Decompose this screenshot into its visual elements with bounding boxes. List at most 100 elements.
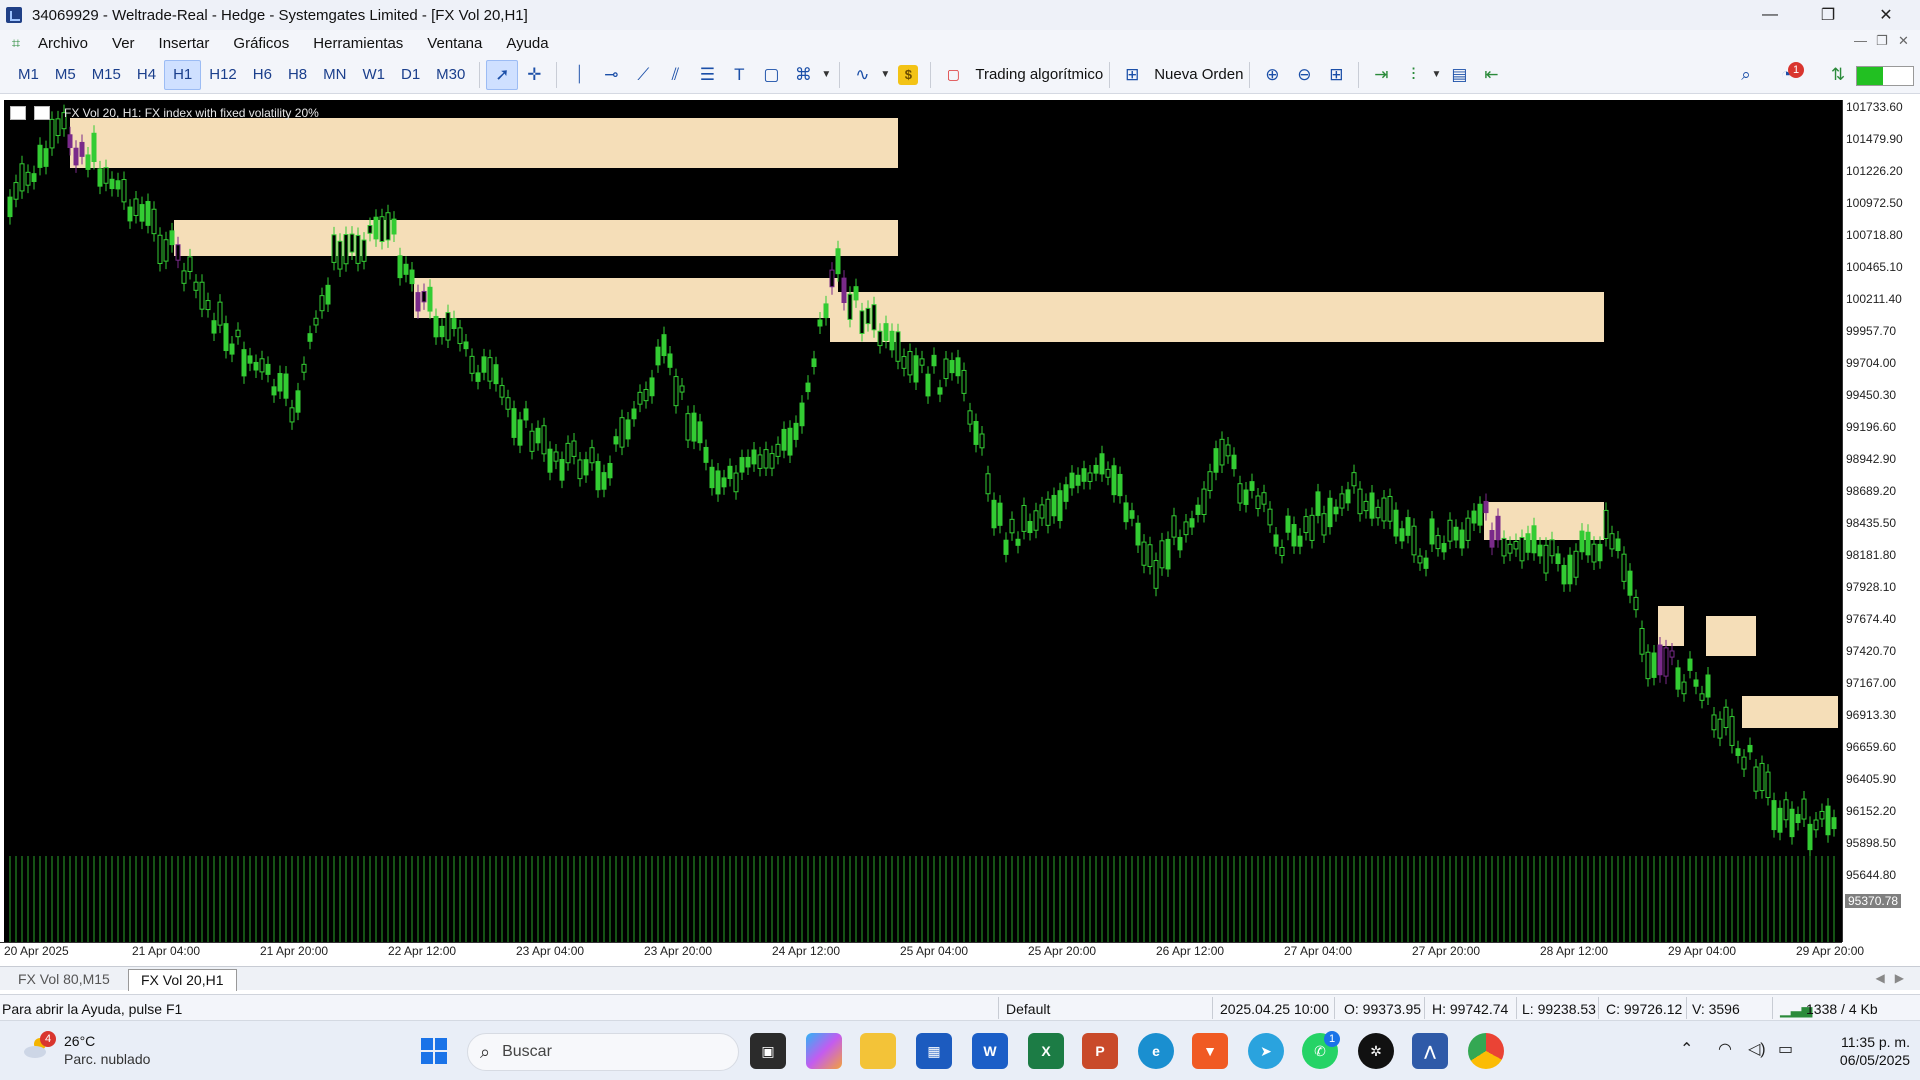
time-label: 28 Apr 12:00: [1540, 944, 1609, 958]
tile-icon[interactable]: ⊞: [1320, 60, 1352, 90]
copilot-icon[interactable]: [806, 1033, 842, 1069]
candle-body: [1105, 468, 1111, 478]
menu-ver[interactable]: Ver: [100, 35, 147, 52]
trendline-icon[interactable]: ⟋: [627, 60, 659, 90]
search-icon[interactable]: ⌕: [1730, 60, 1762, 90]
algo-trading-icon[interactable]: ▢: [937, 60, 969, 90]
zoom-out-icon[interactable]: ⊖: [1288, 60, 1320, 90]
candle-body: [901, 356, 907, 369]
menu-archivo[interactable]: Archivo: [26, 35, 100, 52]
algo-trading-button[interactable]: Trading algorítmico: [975, 66, 1103, 83]
brave-icon[interactable]: ▼: [1192, 1033, 1228, 1069]
crosshair-icon[interactable]: ✛: [518, 60, 550, 90]
price-label: 96152.20: [1846, 804, 1897, 818]
horizontal-line-icon[interactable]: ⊸: [595, 60, 627, 90]
menu-insertar[interactable]: Insertar: [147, 35, 222, 52]
candle-body: [721, 477, 727, 488]
channel-icon[interactable]: ⫽: [659, 60, 691, 90]
chart-bars-icon[interactable]: [34, 106, 50, 120]
candle-body: [337, 240, 343, 270]
maximize-button[interactable]: ❐: [1800, 0, 1856, 30]
candle-body: [1075, 474, 1081, 486]
shapes-dropdown-icon[interactable]: ▼: [819, 60, 833, 90]
candle-body: [1021, 504, 1027, 532]
timeframe-w1[interactable]: W1: [354, 60, 393, 90]
shift-icon[interactable]: ⇤: [1475, 60, 1507, 90]
task-view-icon[interactable]: ▣: [750, 1033, 786, 1069]
indicators-dropdown-icon[interactable]: ▼: [878, 60, 892, 90]
weather-widget[interactable]: 4 26°C Parc. nublado: [22, 1031, 212, 1071]
candle-body: [1411, 525, 1417, 556]
wifi-icon[interactable]: ◠: [1718, 1039, 1732, 1059]
menu-ventana[interactable]: Ventana: [415, 35, 494, 52]
timeframe-h1[interactable]: H1: [164, 59, 202, 90]
supply-demand-zone: [1658, 606, 1684, 646]
powerpoint-icon[interactable]: P: [1082, 1033, 1118, 1069]
file-explorer-icon[interactable]: [860, 1033, 896, 1069]
candle-body: [199, 281, 205, 310]
price-chart[interactable]: [4, 100, 1842, 942]
price-label: 100718.80: [1846, 228, 1903, 242]
indicators-icon[interactable]: ∿: [846, 60, 878, 90]
metatrader-icon[interactable]: ⋀: [1412, 1033, 1448, 1069]
timeframe-m15[interactable]: M15: [84, 60, 129, 90]
shapes-icon[interactable]: ⌘: [787, 60, 819, 90]
timeframe-d1[interactable]: D1: [393, 60, 428, 90]
tab-fx-vol-80-m15[interactable]: FX Vol 80,M15: [6, 969, 122, 991]
price-label: 95898.50: [1846, 836, 1897, 850]
word-icon[interactable]: W: [972, 1033, 1008, 1069]
cursor-icon[interactable]: ➚: [486, 59, 519, 90]
candle-body: [457, 327, 463, 345]
minimize-button[interactable]: —: [1742, 0, 1798, 30]
battery-icon[interactable]: ▭: [1778, 1039, 1793, 1059]
mdi-close-button[interactable]: ✕: [1898, 33, 1909, 49]
chatgpt-icon[interactable]: ✲: [1358, 1033, 1394, 1069]
price-label: 98181.80: [1846, 548, 1897, 562]
timeframe-h4[interactable]: H4: [129, 60, 164, 90]
signals-icon[interactable]: $: [892, 60, 924, 90]
mdi-restore-button[interactable]: ❐: [1876, 33, 1888, 49]
candle-body: [331, 234, 337, 263]
menu-ayuda[interactable]: Ayuda: [494, 35, 560, 52]
edge-icon[interactable]: e: [1138, 1033, 1174, 1069]
chart-type-icon[interactable]: ⫶: [1397, 60, 1429, 90]
timeframe-h8[interactable]: H8: [280, 60, 315, 90]
chart-type-dropdown-icon[interactable]: ▼: [1429, 60, 1443, 90]
timeframe-h12[interactable]: H12: [201, 60, 245, 90]
menu-graficos[interactable]: Gráficos: [221, 35, 301, 52]
chrome-icon[interactable]: [1468, 1033, 1504, 1069]
mdi-minimize-button[interactable]: —: [1854, 33, 1867, 48]
taskbar-clock[interactable]: 11:35 p. m. 06/05/2025: [1810, 1033, 1910, 1069]
scroll-icon[interactable]: ⇥: [1365, 60, 1397, 90]
menu-herramientas[interactable]: Herramientas: [301, 35, 415, 52]
signal-strength-icon[interactable]: ⇅: [1822, 60, 1854, 90]
timeframe-h6[interactable]: H6: [245, 60, 280, 90]
timeframe-m1[interactable]: M1: [10, 60, 47, 90]
new-order-icon[interactable]: ⊞: [1116, 60, 1148, 90]
tab-scroll-arrows[interactable]: ◀ ▶: [1876, 971, 1904, 985]
close-button[interactable]: ✕: [1858, 0, 1914, 30]
volume-icon[interactable]: ◁): [1748, 1039, 1766, 1059]
timeframe-m30[interactable]: M30: [428, 60, 473, 90]
tab-fx-vol-20-h1[interactable]: FX Vol 20,H1: [128, 969, 237, 991]
excel-icon[interactable]: X: [1028, 1033, 1064, 1069]
candle-body: [1777, 807, 1783, 833]
windows-start-icon[interactable]: [416, 1033, 452, 1069]
taskbar-search[interactable]: ⌕ Buscar: [467, 1033, 739, 1071]
timeframe-m5[interactable]: M5: [47, 60, 84, 90]
rectangle-icon[interactable]: ▢: [755, 60, 787, 90]
telegram-icon[interactable]: ➤: [1248, 1033, 1284, 1069]
network-icon: ⌗: [11, 34, 21, 52]
vertical-line-icon[interactable]: ⏐: [563, 60, 595, 90]
candle-body: [577, 459, 583, 480]
microsoft-store-icon[interactable]: ▦: [916, 1033, 952, 1069]
text-icon[interactable]: T: [723, 60, 755, 90]
timeframe-mn[interactable]: MN: [315, 60, 354, 90]
zoom-in-icon[interactable]: ⊕: [1256, 60, 1288, 90]
fibonacci-icon[interactable]: ☰: [691, 60, 723, 90]
candle-body: [385, 212, 391, 241]
chart-list-icon[interactable]: [10, 106, 26, 120]
new-order-button[interactable]: Nueva Orden: [1154, 66, 1243, 83]
template-icon[interactable]: ▤: [1443, 60, 1475, 90]
tray-chevron-icon[interactable]: ⌃: [1680, 1039, 1693, 1059]
